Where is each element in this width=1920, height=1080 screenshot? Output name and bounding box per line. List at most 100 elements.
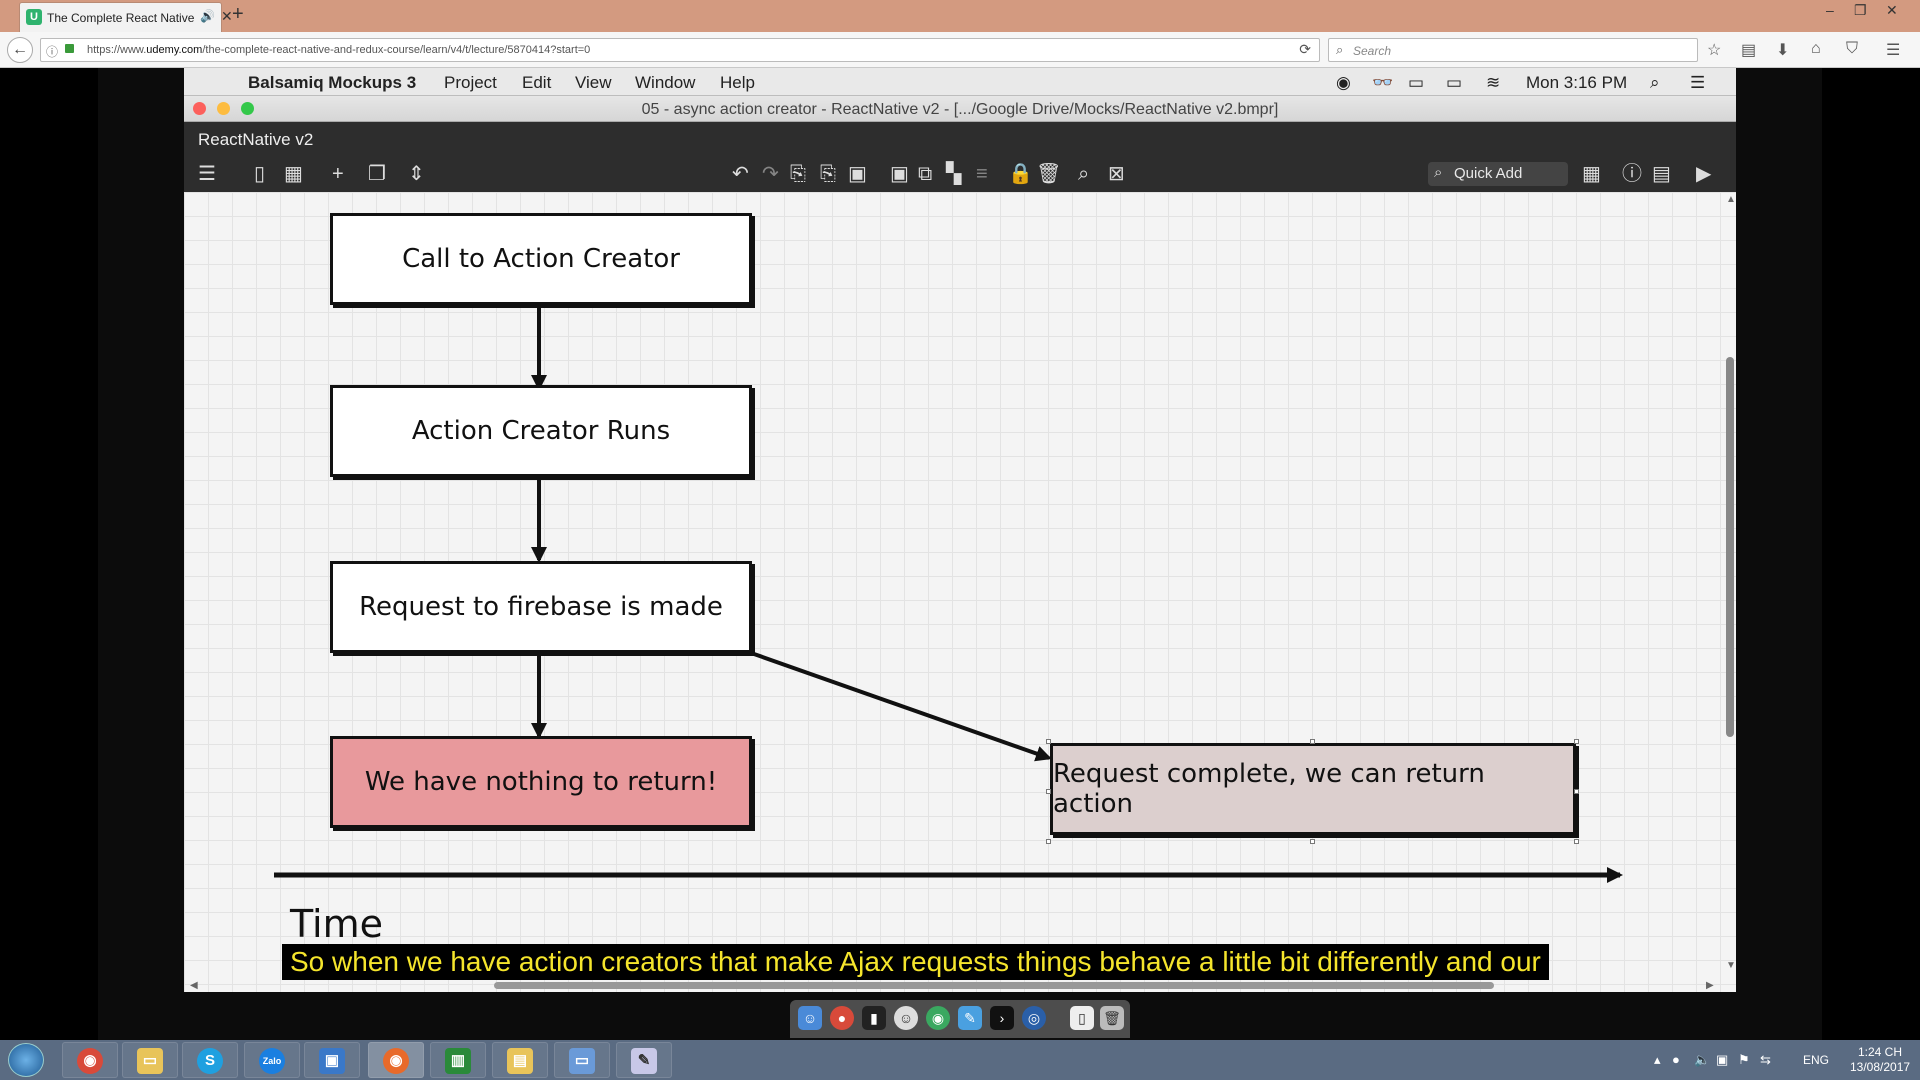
pocket-icon[interactable]: ⛉ [1846,40,1858,58]
close-tab-icon[interactable]: ✕ [221,8,233,25]
restore-icon[interactable]: ❐ [1854,2,1867,19]
chrome-taskbar-icon: ◉ [77,1048,103,1074]
messages-icon: ☺ [894,1006,918,1030]
notification-center-icon: ☰ [1690,73,1706,92]
volume-icon[interactable]: 🔈 [1694,1052,1710,1068]
add-icon: + [332,163,344,185]
taskbar-chart[interactable]: ▥ [430,1042,486,1078]
language-indicator[interactable]: ENG [1803,1053,1829,1067]
network-icon[interactable]: ⇆ [1760,1052,1771,1068]
box-call-to-action-creator[interactable]: Call to Action Creator [330,213,752,305]
lock-tool-icon: 🔒 [1008,163,1033,185]
selection-handle[interactable] [1310,839,1315,844]
browser-tab[interactable]: U The Complete React Native and Redux Co… [19,2,233,32]
start-button[interactable] [8,1043,44,1077]
tray-app-icon[interactable]: ▣ [1716,1052,1728,1068]
back-button[interactable]: ← [7,37,33,63]
taskbar-chrome[interactable]: ◉ [62,1042,118,1078]
find-icon: ⌕ [1078,163,1090,185]
tray-skype-icon[interactable]: ● [1672,1052,1680,1067]
scroll-left-icon[interactable]: ◀ [190,980,198,991]
menu-window: Window [635,73,696,92]
bookmark-star-icon[interactable]: ☆ [1707,40,1721,60]
taskbar-firefox[interactable]: ◉ [368,1042,424,1078]
selection-handle[interactable] [1574,839,1579,844]
new-tab-button[interactable]: + [232,3,244,26]
taskbar-app[interactable]: ▣ [304,1042,360,1078]
close-window-icon[interactable]: ✕ [1886,2,1898,19]
info-panel-icon: ⓘ [1622,163,1642,185]
ungroup-icon: ⧉ [918,163,933,185]
box-request-to-firebase[interactable]: Request to firebase is made [330,561,752,653]
horizontal-scrollbar[interactable]: ◀ ▶ [184,980,1724,992]
lock-icon [65,44,74,53]
selection-handle[interactable] [1310,739,1315,744]
paste-icon: ▣ [848,163,867,185]
window-titlebar: 05 - async action creator - ReactNative … [184,96,1736,122]
browser-nav-bar: ← ⓘ https://www.udemy.com/the-complete-r… [0,32,1920,68]
app-name: Balsamiq Mockups 3 [248,73,417,92]
url-bar[interactable]: ⓘ https://www.udemy.com/the-complete-rea… [40,38,1320,62]
explorer-icon: ▤ [507,1048,533,1074]
taskbar-clock[interactable]: 1:24 CH 13/08/2017 [1850,1045,1910,1075]
action-center-icon[interactable]: ⚑ [1738,1052,1750,1068]
redo-icon: ↷ [762,163,779,185]
speaker-icon[interactable]: 🔊 [200,9,215,23]
battery-icon: ▭ [1446,73,1463,92]
menu-help: Help [720,73,755,92]
chrome-icon: ● [830,1006,854,1030]
taskbar-zalo[interactable]: Zalo [244,1042,300,1078]
search-icon: ⌕ [1336,42,1344,57]
box-nothing-to-return[interactable]: We have nothing to return! [330,736,752,828]
search-placeholder: Search [1353,44,1392,58]
url-text: https://www.udemy.com/the-complete-react… [87,44,591,56]
home-icon[interactable]: ⌂ [1811,40,1821,58]
taskbar-skype[interactable]: S [182,1042,238,1078]
selection-handle[interactable] [1046,789,1051,794]
panel-icon: ▯ [254,163,266,185]
download-icon[interactable]: ⬇ [1776,40,1789,60]
box-action-creator-runs[interactable]: Action Creator Runs [330,385,752,477]
selection-handle[interactable] [1046,839,1051,844]
scroll-right-icon[interactable]: ▶ [1706,980,1714,991]
grid-view-icon: ▦ [284,163,303,185]
vertical-scroll-thumb[interactable] [1726,357,1734,737]
tray-expand-icon[interactable]: ▴ [1654,1052,1661,1068]
zalo-icon: Zalo [259,1048,285,1074]
selection-handle[interactable] [1574,739,1579,744]
taskbar-screen[interactable]: ▭ [554,1042,610,1078]
quick-add-input: ⌕ Quick Add [1428,162,1568,186]
info-icon[interactable]: ⓘ [46,43,58,60]
taskbar-explorer[interactable]: ▤ [492,1042,548,1078]
reload-icon[interactable]: ⟳ [1299,41,1311,58]
selection-handle[interactable] [1046,739,1051,744]
hamburger-icon: ☰ [198,163,216,185]
box-request-complete[interactable]: Request complete, we can return action [1050,743,1576,835]
firefox-icon: ◉ [383,1048,409,1074]
selection-handle[interactable] [1574,789,1579,794]
copy-icon: ⎘ [790,163,806,185]
undo-icon: ↶ [732,163,749,185]
scroll-up-icon[interactable]: ▲ [1726,194,1736,205]
chart-icon: ▥ [445,1048,471,1074]
screen-icon: ▭ [569,1048,595,1074]
arrange-icon: ▚ [946,163,962,185]
presentation-icon: ▶ [1696,163,1712,185]
time-label: Time [290,902,383,946]
menu-icon[interactable]: ☰ [1886,40,1900,60]
taskbar-folder[interactable]: ▭ [122,1042,178,1078]
reading-list-icon[interactable]: ▤ [1741,40,1756,60]
terminal-icon: ▮ [862,1006,886,1030]
mac-menubar: Balsamiq Mockups 3 Project Edit View Win… [184,68,1736,96]
search-input[interactable]: ⌕ Search [1328,38,1698,62]
record-icon: ◉ [1336,73,1351,92]
taskbar-paint[interactable]: ✎ [616,1042,672,1078]
project-name: ReactNative v2 [198,130,314,149]
scroll-down-icon[interactable]: ▼ [1726,960,1736,971]
duplicate-icon: ❐ [368,163,386,185]
skype-icon: S [197,1048,223,1074]
minimize-icon[interactable]: – [1826,2,1834,18]
horizontal-scroll-thumb[interactable] [494,982,1494,989]
vertical-scrollbar[interactable]: ▲ ▼ [1724,192,1736,972]
balsamiq-toolbar: ☰ ▯ ▦ + ❐ ⇕ ↶ ↷ ⎘ ⎘ ▣ ▣ ⧉ ▚ ≡ 🔒 🗑 ⌕ ⊠ ⌕ … [184,156,1736,192]
